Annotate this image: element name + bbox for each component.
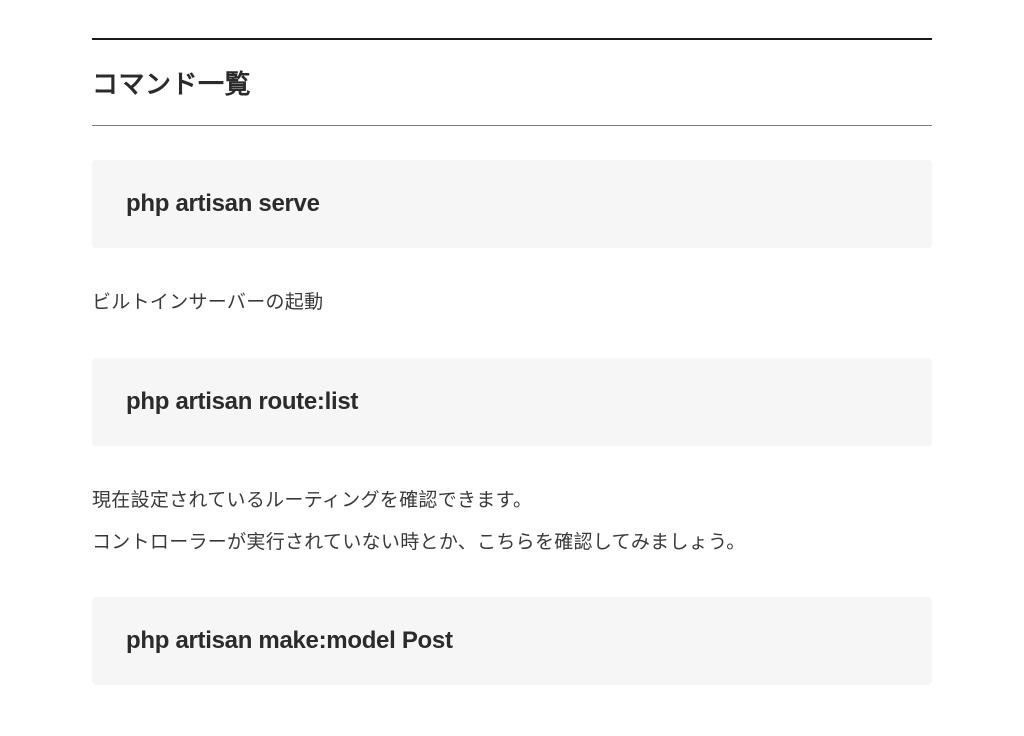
section-title: コマンド一覧: [92, 40, 932, 125]
code-block: php artisan make:model Post: [92, 597, 932, 685]
code-block: php artisan route:list: [92, 358, 932, 446]
code-text: php artisan make:model Post: [126, 627, 898, 655]
command-description: 現在設定されているルーティングを確認できます。コントローラーが実行されていない時…: [92, 480, 932, 564]
command-description: ビルトインサーバーの起動: [92, 282, 932, 324]
code-text: php artisan route:list: [126, 388, 898, 416]
code-block: php artisan serve: [92, 160, 932, 248]
code-text: php artisan serve: [126, 190, 898, 218]
article-container: コマンド一覧 php artisan serve ビルトインサーバーの起動 ph…: [32, 38, 992, 685]
horizontal-rule-sub: [92, 125, 932, 126]
